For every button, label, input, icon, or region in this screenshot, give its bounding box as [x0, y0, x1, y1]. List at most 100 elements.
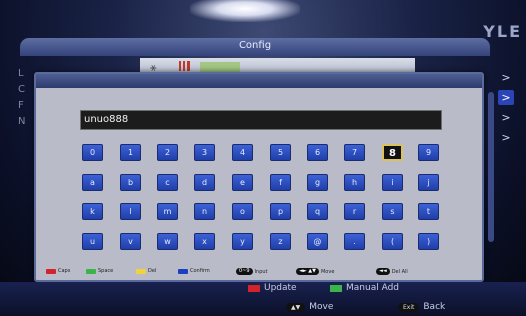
- update-hint[interactable]: Update: [248, 283, 297, 293]
- key-button[interactable]: z: [270, 232, 291, 250]
- legend-move: ◄► ▲▼ Move: [296, 268, 334, 275]
- virtual-keyboard: 0 1 2 3 4 5 6 7 8 9 a b c d e f g h i j k l m n o p q r s t u v w x y z @. (): [82, 144, 439, 262]
- key-button[interactable]: a: [82, 173, 103, 191]
- key-button[interactable]: 4: [232, 144, 253, 161]
- chevron-right-icon[interactable]: >: [498, 90, 514, 105]
- keyboard-dialog: unuo888 0123456789 abcdefghij klmnopqrst uv…: [34, 72, 494, 282]
- key-button[interactable]: 7: [344, 144, 365, 161]
- manual-add-hint[interactable]: Manual Add: [330, 283, 399, 293]
- text-input-field[interactable]: unuo888: [80, 110, 442, 130]
- legend-label: Confirm: [190, 268, 210, 274]
- key-button[interactable]: d: [194, 173, 215, 191]
- back-label: Back: [423, 302, 446, 312]
- key-button[interactable]: g: [307, 173, 328, 191]
- key-button[interactable]: v: [120, 232, 141, 250]
- legend-label: Move: [320, 268, 335, 275]
- green-key-icon: [86, 268, 96, 274]
- key-button[interactable]: c: [157, 173, 178, 191]
- key-button[interactable]: b: [120, 173, 141, 191]
- key-button[interactable]: @: [307, 232, 328, 250]
- key-button[interactable]: t: [418, 203, 439, 220]
- key-button[interactable]: e: [232, 173, 253, 191]
- left-menu-letter: F: [18, 100, 24, 111]
- key-button[interactable]: r: [344, 203, 365, 220]
- legend-caps: Caps: [46, 268, 70, 274]
- left-menu-letter: C: [18, 84, 25, 95]
- move-hint: ▲▼ Move: [286, 302, 333, 312]
- legend-label: Del: [148, 268, 157, 274]
- key-button[interactable]: (: [382, 232, 403, 250]
- key-button[interactable]: i: [382, 173, 403, 191]
- brand-logo: YLE: [483, 22, 522, 41]
- arrow-keys-icon: ▲▼: [286, 302, 306, 312]
- left-menu-letters: L C F N: [18, 66, 25, 130]
- red-button-icon: [248, 284, 260, 292]
- key-button[interactable]: w: [157, 232, 178, 250]
- page-title: Config: [238, 40, 272, 51]
- key-button[interactable]: h: [344, 173, 365, 191]
- legend-label: Input: [254, 268, 268, 275]
- chevron-right-icon[interactable]: >: [498, 110, 514, 125]
- red-key-icon: [46, 268, 56, 274]
- update-label: Update: [264, 283, 297, 293]
- key-button[interactable]: 2: [157, 144, 178, 161]
- key-button[interactable]: k: [82, 203, 103, 220]
- key-button[interactable]: x: [194, 232, 215, 250]
- legend-space: Space: [86, 268, 113, 274]
- key-button[interactable]: 9: [418, 144, 439, 161]
- dialog-header: [36, 74, 482, 88]
- arrow-keys-icon: ◄► ▲▼: [296, 268, 319, 275]
- green-button-icon: [330, 284, 342, 292]
- key-button[interactable]: n: [194, 203, 215, 220]
- key-button[interactable]: y: [232, 232, 253, 250]
- key-button[interactable]: 6: [307, 144, 328, 161]
- legend-confirm: Confirm: [178, 268, 210, 274]
- key-button[interactable]: 0: [82, 144, 103, 161]
- numeric-key-icon: 0~9: [236, 268, 253, 275]
- key-button[interactable]: m: [157, 203, 178, 220]
- legend-del-all: ◄◄ Del All: [376, 268, 408, 275]
- bottom-help-bar: Update Manual Add ▲▼ Move Exit Back: [0, 282, 526, 316]
- keyboard-row: abcdefghij: [82, 173, 439, 194]
- key-button[interactable]: u: [82, 232, 103, 250]
- chevron-right-icon[interactable]: >: [498, 70, 514, 85]
- key-button[interactable]: l: [120, 203, 141, 220]
- screen-glare: [190, 0, 300, 22]
- move-label: Move: [309, 302, 334, 312]
- chevron-right-icon[interactable]: >: [498, 130, 514, 145]
- key-button[interactable]: 1: [120, 144, 141, 161]
- legend-input: 0~9 Input: [236, 268, 268, 275]
- legend-label: Space: [98, 268, 114, 274]
- signal-level-bar: [200, 62, 240, 72]
- keyboard-row: u v w x y z @. (): [82, 232, 439, 253]
- left-menu-letter: L: [18, 68, 24, 79]
- keyboard-row: 0123456789: [82, 144, 439, 164]
- key-button[interactable]: 5: [270, 144, 291, 161]
- scrollbar[interactable]: [488, 92, 494, 242]
- rewind-key-icon: ◄◄: [376, 268, 390, 275]
- blue-key-icon: [178, 268, 188, 274]
- right-menu-arrows: > > > >: [498, 70, 516, 150]
- key-button[interactable]: 3: [194, 144, 215, 161]
- key-button[interactable]: 8: [382, 144, 403, 161]
- keyboard-legend: Caps Space Del Confirm 0~9 Input ◄► ▲▼ M…: [46, 266, 476, 278]
- legend-del: Del: [136, 268, 156, 274]
- legend-label: Caps: [58, 268, 71, 274]
- key-button[interactable]: ): [418, 232, 439, 250]
- key-button[interactable]: s: [382, 203, 403, 220]
- key-button[interactable]: j: [418, 173, 439, 191]
- key-button[interactable]: f: [270, 173, 291, 191]
- exit-key-icon: Exit: [398, 302, 420, 312]
- back-hint[interactable]: Exit Back: [398, 302, 445, 312]
- config-title-bar: Config: [20, 38, 490, 56]
- key-button[interactable]: .: [344, 232, 365, 250]
- yellow-key-icon: [136, 268, 146, 274]
- keyboard-row: klmnopqrst: [82, 203, 439, 223]
- manual-add-label: Manual Add: [346, 283, 399, 293]
- key-button[interactable]: q: [307, 203, 328, 220]
- key-button[interactable]: o: [232, 203, 253, 220]
- legend-label: Del All: [391, 268, 408, 275]
- key-button[interactable]: p: [270, 203, 291, 220]
- signal-bars-icon: [178, 61, 190, 71]
- left-menu-letter: N: [18, 116, 26, 127]
